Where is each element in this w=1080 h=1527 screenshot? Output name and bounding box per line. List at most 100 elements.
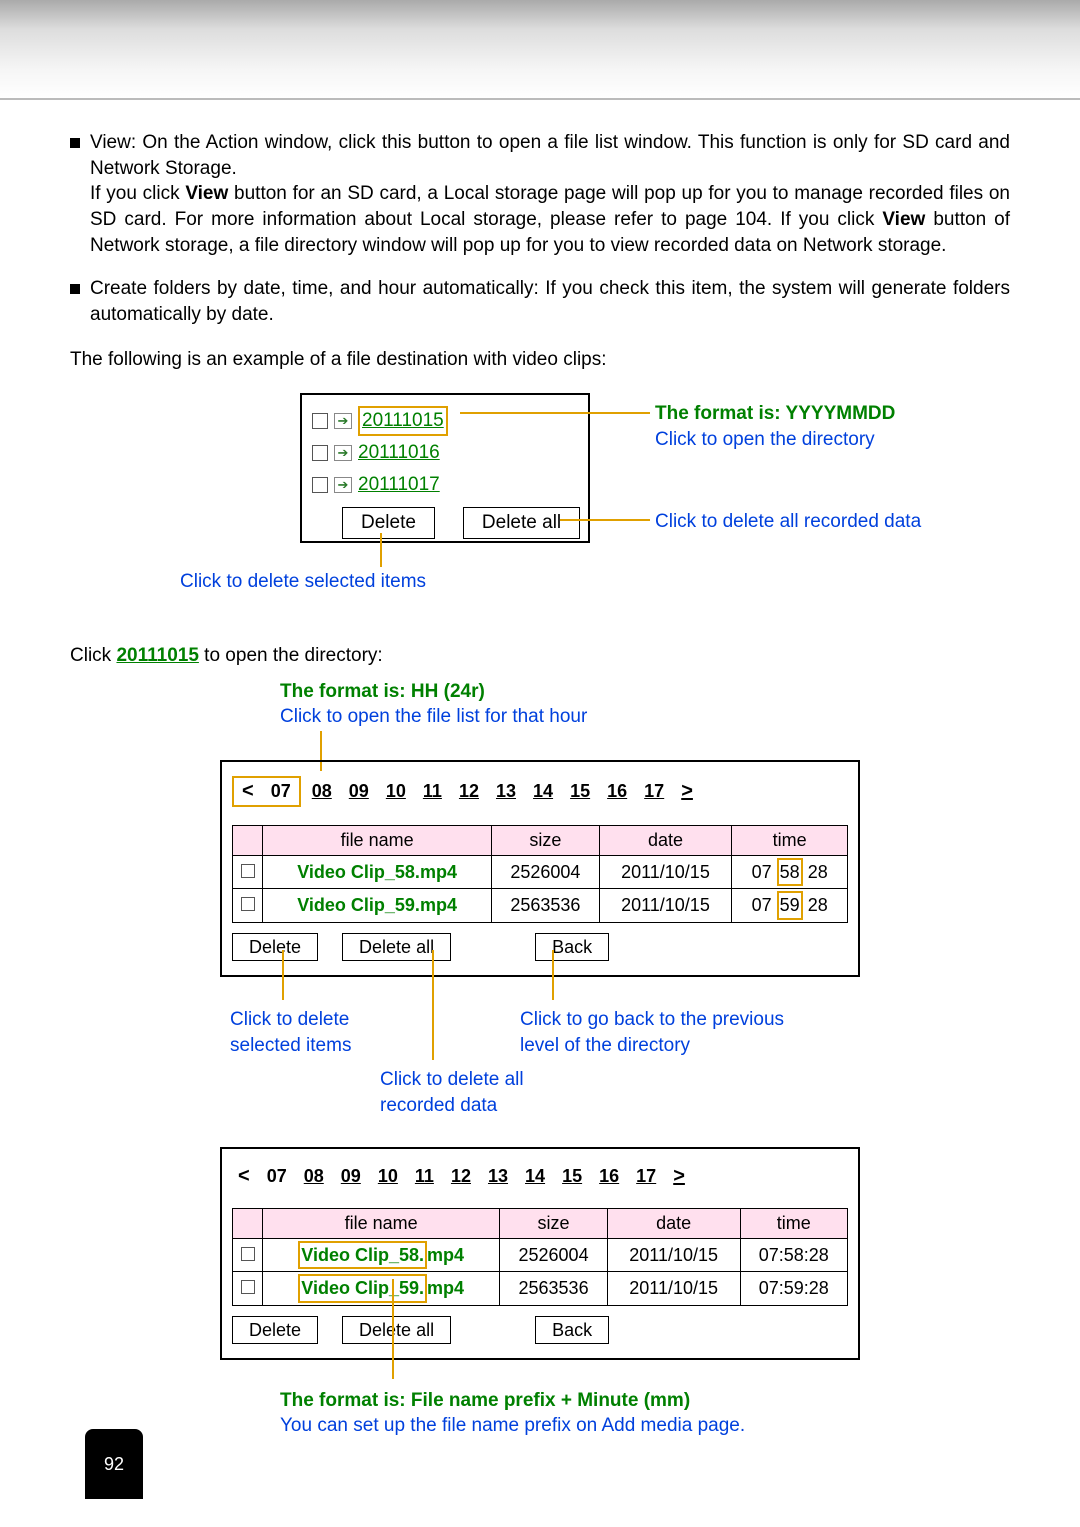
hour-link[interactable]: 07 [261,1166,293,1186]
delete-button[interactable]: Delete [232,933,318,961]
prev-arrow[interactable]: < [236,780,260,802]
main-content: View: On the Action window, click this b… [0,100,1080,1360]
folder-link-inline: 20111015 [116,645,198,666]
hour-link[interactable]: 14 [519,1166,551,1186]
folder-link[interactable]: 20111017 [358,472,440,498]
delete-button[interactable]: Delete [232,1316,318,1344]
hour-link[interactable]: 15 [556,1166,588,1186]
fname-ext: mp4 [420,862,457,882]
file-table: file name size date time Video Clip_58.m… [232,1208,848,1306]
next-arrow[interactable]: > [667,1165,691,1187]
th-filename: file name [263,826,492,856]
hour-link[interactable]: 12 [445,1166,477,1186]
table-row: Video Clip_58.mp4 2526004 2011/10/15 07:… [233,1238,848,1271]
annotation-click-hour: Click to open the file list for that hou… [280,706,587,727]
connector-line [560,519,650,521]
tpart: 58 [780,862,800,882]
checkbox[interactable] [241,897,255,911]
folder-icon: ➔ [334,413,352,429]
hour-link[interactable]: 14 [527,781,559,801]
tpart: 59 [780,895,800,915]
button-row: Delete Delete all Back [232,1316,848,1344]
hour-link[interactable]: 10 [372,1166,404,1186]
hour-link[interactable]: 17 [630,1166,662,1186]
hour-link[interactable]: 16 [593,1166,625,1186]
fname-ext: mp4 [420,895,457,915]
cell-filename[interactable]: Video Clip_59.mp4 [263,889,492,922]
cell-size: 2526004 [492,856,599,889]
delete-all-button[interactable]: Delete all [342,1316,451,1344]
folder-panel: ➔ 20111015 ➔ 20111016 ➔ 20111017 Delete … [300,393,590,543]
highlight-box: 59 [777,891,803,919]
tpart: 28 [808,895,828,915]
cell-filename[interactable]: Video Clip_58.mp4 [263,856,492,889]
fname-prefix: Video Clip_59. [297,895,420,915]
th-size: size [500,1208,607,1238]
back-button[interactable]: Back [535,933,609,961]
cell-time: 07:59:28 [740,1272,847,1305]
cell-filename[interactable]: Video Clip_59.mp4 [263,1272,500,1305]
annotation-delete-selected: Click to delete selected items [180,569,426,595]
th-time: time [740,1208,847,1238]
para-create: Create folders by date, time, and hour a… [90,276,1010,327]
connector-line [392,1279,394,1379]
folder-link[interactable]: 20111015 [362,410,444,431]
delete-all-button[interactable]: Delete all [342,933,451,961]
annotation-click: Click to open the directory [655,429,875,450]
table-row: Video Clip_58.mp4 2526004 2011/10/15 07 … [233,856,848,889]
hour-link[interactable]: 07 [265,781,297,801]
checkbox[interactable] [241,1280,255,1294]
fname-ext: mp4 [427,1278,464,1298]
figure-hour-list-2: < 07 08 09 10 11 12 13 14 15 16 17 > fil… [220,1147,1010,1360]
back-button[interactable]: Back [535,1316,609,1344]
hour-link[interactable]: 15 [564,781,596,801]
hour-link[interactable]: 16 [601,781,633,801]
checkbox[interactable] [241,864,255,878]
hour-link[interactable]: 10 [380,781,412,801]
highlight-box: < 07 [232,776,301,807]
delete-button[interactable]: Delete [342,507,435,539]
tpart: 07 [752,862,772,882]
hour-link[interactable]: 11 [417,781,448,801]
annotation-back: Click to go back to the previous level o… [520,1007,784,1058]
checkbox[interactable] [312,477,328,493]
checkbox[interactable] [312,413,328,429]
hour-link[interactable]: 08 [306,781,338,801]
hour-link[interactable]: 13 [490,781,522,801]
text: to open the directory: [199,645,383,666]
fname-ext: mp4 [427,1245,464,1265]
bullet-create: Create folders by date, time, and hour a… [70,276,1010,327]
cell-date: 2011/10/15 [607,1238,740,1271]
figure-folder-list: ➔ 20111015 ➔ 20111016 ➔ 20111017 Delete … [300,393,980,603]
hour-link[interactable]: 09 [335,1166,367,1186]
table-header: file name size date time [233,826,848,856]
hour-link[interactable]: 13 [482,1166,514,1186]
folder-row: ➔ 20111017 [312,469,578,501]
view-word: View [882,209,925,230]
annotation-delete-selected: Click to delete selected items [230,1007,351,1058]
delete-all-button[interactable]: Delete all [463,507,580,539]
fname-prefix: Video Clip_58. [301,1245,424,1265]
folder-icon: ➔ [334,445,352,461]
cell-filename[interactable]: Video Clip_58.mp4 [263,1238,500,1271]
hour-file-panel: < 07 08 09 10 11 12 13 14 15 16 17 > fil… [220,760,860,977]
hour-link[interactable]: 11 [409,1166,440,1186]
figure-hour-list: The format is: HH (24r) Click to open th… [220,679,1010,977]
th-date: date [607,1208,740,1238]
cell-time: 07 59 28 [732,889,848,922]
checkbox[interactable] [241,1247,255,1261]
hour-link[interactable]: 12 [453,781,485,801]
cell-date: 2011/10/15 [599,889,732,922]
hour-file-panel: < 07 08 09 10 11 12 13 14 15 16 17 > fil… [220,1147,860,1360]
next-arrow[interactable]: > [675,780,699,802]
hour-link[interactable]: 08 [298,1166,330,1186]
th-size: size [492,826,599,856]
text: button for an SD card, a Local storage p… [90,183,1010,230]
highlight-box: Video Clip_59. [298,1274,427,1302]
checkbox[interactable] [312,445,328,461]
folder-link[interactable]: 20111016 [358,440,440,466]
prev-arrow[interactable]: < [232,1165,256,1187]
hour-link[interactable]: 17 [638,781,670,801]
cell-date: 2011/10/15 [607,1272,740,1305]
hour-link[interactable]: 09 [343,781,375,801]
